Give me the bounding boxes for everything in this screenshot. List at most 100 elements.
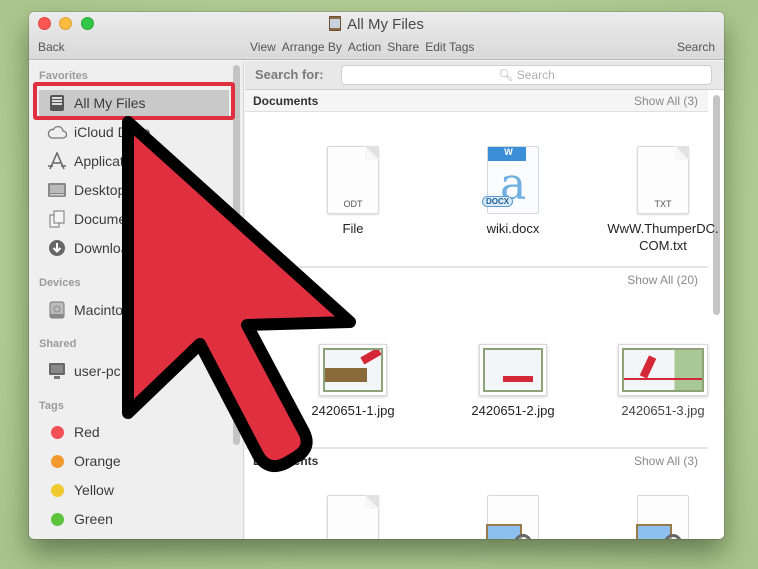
section-documents-2: Documents Show All (3)	[245, 450, 708, 472]
highlight-annotation-box	[33, 82, 235, 120]
thumbnail-shape	[325, 368, 367, 382]
magnifier-glyph	[664, 534, 682, 539]
file-item[interactable]	[438, 495, 588, 539]
all-my-files-icon	[329, 16, 342, 31]
file-type-label: DOCX	[482, 196, 514, 207]
sidebar-item-documents[interactable]: Documents	[39, 206, 229, 232]
arrange-by-button[interactable]: Arrange By	[282, 40, 342, 54]
section-documents: Documents Show All (3)	[245, 90, 708, 112]
search-for-label: Search for:	[255, 67, 324, 82]
file-name: wiki.docx	[486, 221, 540, 236]
tag-color-icon	[47, 452, 67, 470]
sidebar-item-label: Orange	[74, 453, 121, 469]
section-header: Images Show All (20)	[245, 269, 708, 291]
preview-image-document-icon	[486, 495, 539, 539]
sidebar-item-label: Documents	[74, 211, 145, 227]
sidebar-tag-green[interactable]: Green	[39, 506, 229, 532]
section-title: Documents	[253, 94, 319, 108]
file-name-line: WwW.ThumperDC.	[607, 221, 719, 236]
view-button[interactable]: View	[250, 40, 276, 54]
cloud-icon	[47, 123, 67, 141]
sidebar-heading-devices: Devices	[39, 277, 81, 289]
show-all-button[interactable]: Show All (3)	[634, 94, 698, 108]
search-input[interactable]: 🔍︎ Search	[341, 65, 712, 85]
sidebar-item-label: Desktop	[74, 182, 126, 198]
file-item[interactable]: 2420651-3.jpg	[588, 344, 724, 419]
downloads-icon	[47, 239, 67, 257]
image-thumbnail	[618, 344, 708, 396]
search-placeholder: Search	[516, 68, 555, 82]
applications-icon	[47, 152, 67, 170]
search-icon: 🔍︎	[498, 68, 514, 82]
file-name: 2420651-2.jpg	[471, 403, 555, 418]
red-tag-dot	[50, 425, 64, 439]
image-thumbnail	[319, 344, 387, 396]
sidebar-tag-red[interactable]: Red	[39, 419, 229, 445]
finder-window: All My Files Back View Arrange By Action…	[29, 12, 724, 539]
share-button[interactable]: Share	[387, 40, 419, 54]
sidebar-item-label: Green	[74, 511, 113, 527]
sidebar-item-desktop[interactable]: Desktop	[39, 177, 229, 203]
sidebar-scrollbar[interactable]	[233, 65, 240, 445]
toolbar-menu: View Arrange By Action Share Edit Tags	[250, 40, 474, 54]
computer-icon	[47, 362, 67, 380]
sidebar-tag-orange[interactable]: Orange	[39, 448, 229, 474]
show-all-button[interactable]: Show All (20)	[627, 273, 698, 287]
odt-document-icon: ODT	[327, 146, 379, 214]
sidebar-item-macintosh-hd[interactable]: Macintosh HD	[39, 297, 229, 323]
docx-document-icon: W a DOCX	[482, 146, 539, 214]
documents-icon	[47, 210, 67, 228]
file-item[interactable]	[278, 495, 428, 539]
sidebar-heading-tags: Tags	[39, 400, 64, 412]
section-title: Documents	[253, 454, 319, 468]
thumbnail-shape	[360, 350, 381, 365]
search-toolbar-button[interactable]: Search	[677, 40, 715, 54]
sidebar: Favorites All My Files iCloud Drive Appl…	[29, 61, 244, 539]
tag-color-icon	[47, 510, 67, 528]
file-name: 2420651-1.jpg	[311, 403, 395, 418]
sidebar-heading-shared: Shared	[39, 338, 77, 350]
file-item[interactable]: ODT File	[278, 146, 428, 237]
preview-image-document-icon	[636, 495, 689, 539]
sidebar-item-label: Applications	[74, 153, 150, 169]
file-name: 2420651-3.jpg	[621, 403, 705, 418]
action-button[interactable]: Action	[348, 40, 381, 54]
section-images: Images Show All (20)	[245, 269, 708, 291]
sidebar-item-user-pc[interactable]: user-pc	[39, 358, 229, 384]
file-item[interactable]: 2420651-1.jpg	[278, 344, 428, 419]
file-item[interactable]: W a DOCX wiki.docx	[438, 146, 588, 237]
desktop-icon	[47, 181, 67, 199]
sidebar-item-icloud-drive[interactable]: iCloud Drive	[39, 119, 229, 145]
back-button[interactable]: Back	[38, 40, 65, 54]
sidebar-item-label: Downloads	[74, 240, 144, 256]
file-item[interactable]: TXT WwW.ThumperDC. COM.txt	[588, 146, 724, 254]
sidebar-item-applications[interactable]: Applications	[39, 148, 229, 174]
thumbnail-preview	[622, 348, 704, 392]
sidebar-tag-yellow[interactable]: Yellow	[39, 477, 229, 503]
tag-color-icon	[47, 423, 67, 441]
file-name: File	[342, 221, 364, 236]
thumbnail-shape	[503, 376, 533, 382]
show-all-button[interactable]: Show All (3)	[634, 454, 698, 468]
section-divider	[245, 447, 708, 449]
file-browser: Search for: 🔍︎ Search Documents Show All…	[245, 61, 724, 539]
image-thumbnail	[479, 344, 547, 396]
file-item[interactable]: 2420651-2.jpg	[438, 344, 588, 419]
file-name: WwW.ThumperDC. COM.txt	[588, 220, 724, 254]
title-bar: All My Files Back View Arrange By Action…	[29, 12, 724, 60]
edit-tags-button[interactable]: Edit Tags	[425, 40, 474, 54]
sidebar-item-downloads[interactable]: Downloads	[39, 235, 229, 261]
file-type-label: TXT	[654, 199, 672, 209]
search-bar: Search for: 🔍︎ Search	[245, 61, 724, 90]
file-item[interactable]	[588, 495, 724, 539]
sidebar-heading-favorites: Favorites	[39, 70, 88, 82]
window-title: All My Files	[29, 16, 724, 33]
file-name-line: COM.txt	[639, 238, 687, 253]
thumbnail-shape	[639, 355, 657, 379]
section-title: Images	[253, 273, 295, 287]
hard-drive-icon	[47, 301, 67, 319]
green-tag-dot	[50, 512, 64, 526]
yellow-tag-dot	[50, 483, 64, 497]
sidebar-item-label: user-pc	[74, 363, 121, 379]
file-type-label: ODT	[343, 199, 363, 209]
